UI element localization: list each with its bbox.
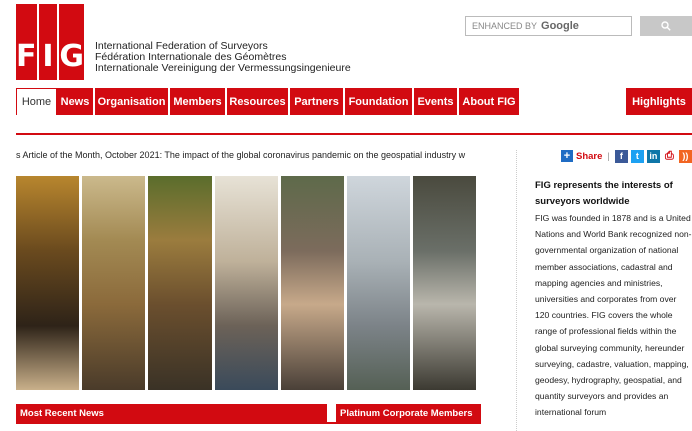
photo-child-street[interactable] bbox=[281, 176, 344, 390]
photo-spanish-steps[interactable] bbox=[215, 176, 278, 390]
nav-resources[interactable]: Resources bbox=[227, 88, 290, 115]
nav-news[interactable]: News bbox=[57, 88, 95, 115]
facebook-icon[interactable]: f bbox=[614, 149, 628, 163]
photo-surveying-instrument[interactable] bbox=[16, 176, 79, 390]
nav-home[interactable]: Home bbox=[16, 88, 57, 115]
search-input[interactable]: ENHANCED BY Google bbox=[465, 16, 632, 36]
share-plus-icon[interactable]: + bbox=[561, 150, 573, 162]
share-label[interactable]: Share bbox=[576, 151, 602, 162]
nav-about-fig[interactable]: About FIG bbox=[459, 88, 521, 115]
print-icon[interactable]: ⎙ bbox=[663, 150, 676, 163]
nav-foundation[interactable]: Foundation bbox=[345, 88, 414, 115]
nav-partners[interactable]: Partners bbox=[290, 88, 345, 115]
news-ticker[interactable]: s Article of the Month, October 2021: Th… bbox=[16, 150, 486, 160]
sidebar-title: FIG represents the interests of surveyor… bbox=[535, 180, 673, 207]
sidebar-divider bbox=[516, 150, 518, 431]
org-name-german: Internationale Vereinigung der Vermessun… bbox=[95, 62, 351, 74]
photo-surveyor-field[interactable] bbox=[413, 176, 476, 390]
search-brand: Google bbox=[541, 20, 579, 32]
share-bar: + Share | f t in ⎙ )) bbox=[561, 149, 692, 163]
linkedin-icon[interactable]: in bbox=[646, 149, 660, 163]
sidebar-description: FIG was founded in 1878 and is a United … bbox=[535, 213, 692, 418]
nav-divider bbox=[16, 133, 692, 135]
twitter-icon[interactable]: t bbox=[630, 149, 644, 163]
nav-events[interactable]: Events bbox=[414, 88, 459, 115]
search-button[interactable] bbox=[640, 16, 692, 36]
share-separator: | bbox=[607, 150, 610, 162]
search-prefix: ENHANCED BY bbox=[472, 21, 538, 31]
nav-members[interactable]: Members bbox=[170, 88, 227, 115]
photo-historic-buildings[interactable] bbox=[82, 176, 145, 390]
photo-petronas-towers[interactable] bbox=[347, 176, 410, 390]
nav-organisation[interactable]: Organisation bbox=[95, 88, 170, 115]
logo-letter-i: I bbox=[38, 4, 58, 80]
fig-logo[interactable]: F I G bbox=[16, 4, 84, 80]
logo-letter-g: G bbox=[59, 4, 84, 80]
rss-icon[interactable]: )) bbox=[678, 149, 692, 163]
organization-names: International Federation of Surveyors Fé… bbox=[95, 41, 351, 74]
nav-highlights[interactable]: Highlights bbox=[626, 88, 692, 115]
logo-letter-f: F bbox=[16, 4, 37, 80]
photo-street-market[interactable] bbox=[148, 176, 212, 390]
section-divider bbox=[16, 422, 481, 424]
search-icon bbox=[661, 21, 671, 31]
photo-strip bbox=[16, 176, 477, 390]
most-recent-news-header: Most Recent News bbox=[16, 404, 327, 422]
platinum-members-header: Platinum Corporate Members bbox=[336, 404, 481, 422]
main-nav: Home News Organisation Members Resources… bbox=[16, 88, 692, 115]
